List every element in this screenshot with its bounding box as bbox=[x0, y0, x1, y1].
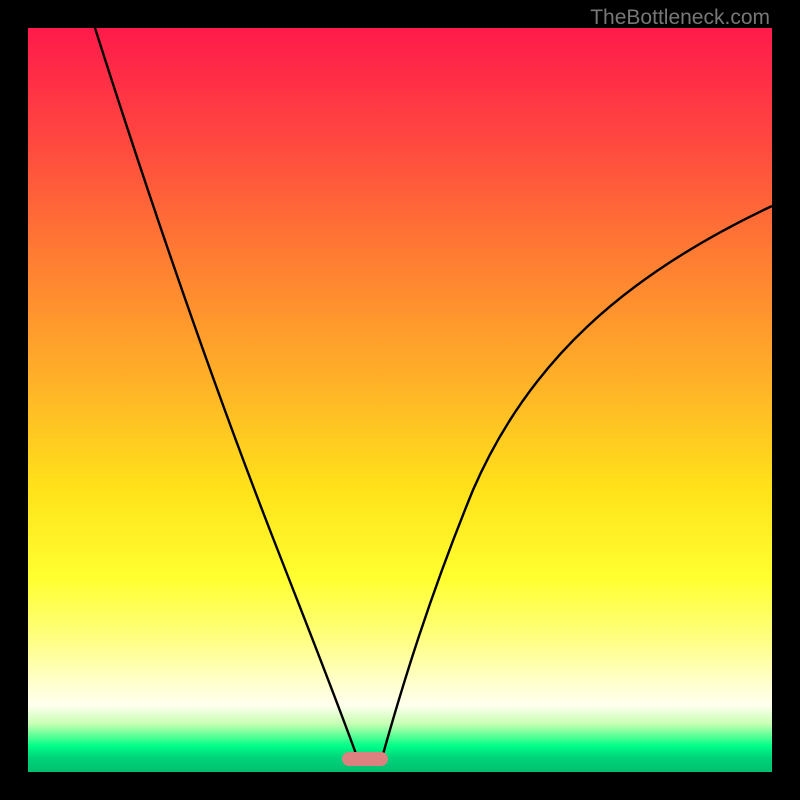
min-marker bbox=[342, 752, 388, 766]
chart-frame: TheBottleneck.com bbox=[0, 0, 800, 800]
left-curve bbox=[95, 28, 360, 765]
right-curve bbox=[380, 206, 772, 765]
plot-area bbox=[28, 28, 772, 772]
curve-layer bbox=[28, 28, 772, 772]
watermark-text: TheBottleneck.com bbox=[590, 6, 770, 30]
